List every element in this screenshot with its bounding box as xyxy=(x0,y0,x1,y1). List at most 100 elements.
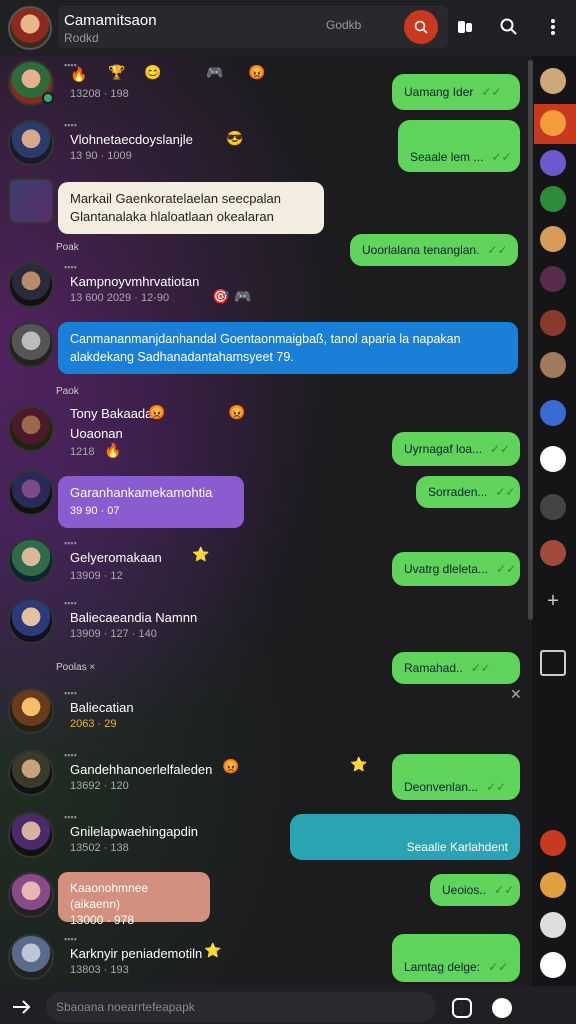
rail-avatar[interactable] xyxy=(540,266,566,292)
incoming-message[interactable]: Garanhankamekamohtia 39 90 · 07 xyxy=(58,476,244,528)
chat-avatar[interactable] xyxy=(8,6,52,50)
incoming-message[interactable]: Kaaonohmnee (aikaenn) 13000 · 978 xyxy=(58,872,210,927)
message-line: Glantanalaka hlaloatlaan okealaran xyxy=(70,209,274,224)
emoji: 🎮 xyxy=(206,64,224,80)
avatar[interactable] xyxy=(8,934,54,980)
more-vert-icon[interactable] xyxy=(540,14,566,40)
share-icon[interactable] xyxy=(540,110,566,136)
read-ticks-icon: ✓✓ xyxy=(496,562,517,576)
avatar[interactable] xyxy=(8,120,54,166)
emoji: ⭐ xyxy=(192,546,210,562)
message-text: Tony Bakaadan xyxy=(70,406,160,421)
rail-avatar[interactable] xyxy=(540,186,566,212)
message-text: Uvatrg dleleta... xyxy=(404,562,489,576)
emoji: 🏆 xyxy=(108,64,126,80)
rail-avatar[interactable] xyxy=(540,226,566,252)
outgoing-message[interactable]: Seaale lem ... ✓✓ xyxy=(398,120,520,172)
avatar[interactable] xyxy=(8,812,54,858)
message-meta: 13909 · 12 xyxy=(70,570,123,582)
search-label: Godkb xyxy=(326,18,362,32)
avatar[interactable] xyxy=(8,262,54,308)
avatar[interactable] xyxy=(8,872,54,918)
sticker-icon[interactable] xyxy=(452,998,472,1018)
rail-avatar[interactable] xyxy=(540,310,566,336)
emoji-icon[interactable] xyxy=(540,952,566,978)
emoji: 😎 xyxy=(226,130,244,146)
read-ticks-icon: ✓✓ xyxy=(491,150,512,164)
outgoing-message[interactable]: Ueoios.. ✓✓ xyxy=(430,874,520,906)
read-ticks-icon: ✓✓ xyxy=(494,883,515,897)
incoming-message[interactable]: Markail Gaenkoratelaelan seecpalan Glant… xyxy=(58,182,324,234)
sender-name: ▪▪▪▪ xyxy=(64,598,77,608)
sender-name: ▪▪▪▪ xyxy=(64,812,77,822)
avatar[interactable] xyxy=(8,406,54,452)
message-text: Seaalie Karlahdent xyxy=(406,840,508,854)
message-text: Vlohnetaecdoyslanjle xyxy=(70,132,193,147)
message-text: Ramahad.. xyxy=(404,661,463,675)
share-icon[interactable] xyxy=(10,996,34,1018)
outgoing-message[interactable]: Uvatrg dleleta... ✓✓ xyxy=(392,552,520,586)
avatar[interactable] xyxy=(8,688,54,734)
incoming-message[interactable]: Canmananmanjdanhandal Goentaonmaigbaß, t… xyxy=(58,322,518,374)
panel-icon[interactable] xyxy=(452,14,478,40)
chat-list[interactable]: ▪▪▪▪ 🔥 🏆 😊 🎮 😡 13208 · 198 Uamang Ider ✓✓… xyxy=(0,56,532,986)
rail-avatar[interactable] xyxy=(540,150,566,176)
day-label: Poolas × xyxy=(56,662,96,673)
message-meta: 13 600 2029 · 12-90 xyxy=(70,292,170,304)
emoji: 🔥 xyxy=(70,66,88,82)
scrollbar[interactable] xyxy=(528,60,533,620)
message-line: Canmananmanjdanhandal Goentaonmaigbaß, t… xyxy=(70,332,461,346)
message-text: Kampnoyvmhrvatiotan xyxy=(70,274,200,289)
rail-avatar[interactable] xyxy=(540,830,566,856)
avatar[interactable] xyxy=(8,750,54,796)
emoji: 😡 xyxy=(228,404,246,420)
message-meta: 13692 · 120 xyxy=(70,780,129,792)
message-input[interactable] xyxy=(46,992,436,1022)
avatar[interactable] xyxy=(8,322,54,368)
rail-avatar[interactable] xyxy=(540,68,566,94)
outgoing-message[interactable]: Sorraden... ✓✓ xyxy=(416,476,520,508)
avatar[interactable] xyxy=(8,178,54,224)
gallery-icon[interactable] xyxy=(540,494,566,520)
top-bar: Camamitsaon Rodkd Godkb xyxy=(0,0,576,56)
message-text: Lamtag delge: xyxy=(404,960,481,974)
sender-name: ▪▪▪▪ xyxy=(64,934,77,944)
sender-name: ▪▪▪▪ xyxy=(64,120,77,130)
online-badge xyxy=(42,92,54,104)
rail-avatar[interactable] xyxy=(540,540,566,566)
message-text: Seaale lem ... xyxy=(410,150,484,164)
emoji: 😡 xyxy=(148,404,166,420)
outgoing-message-teal[interactable]: Seaalie Karlahdent xyxy=(290,814,520,860)
outgoing-message[interactable]: Uyrnagaf loa... ✓✓ xyxy=(392,432,520,466)
gallery-icon[interactable] xyxy=(540,650,566,676)
search-icon[interactable] xyxy=(496,14,522,40)
message-text: Uoaonan xyxy=(70,426,123,441)
outgoing-message[interactable]: Lamtag delge: ✓✓ xyxy=(392,934,520,982)
sender-name: ▪▪▪▪ xyxy=(64,262,77,272)
message-text: Ueoios.. xyxy=(442,883,487,897)
read-ticks-icon: ✓✓ xyxy=(495,485,516,499)
rail-avatar[interactable] xyxy=(540,872,566,898)
rail-avatar[interactable] xyxy=(540,912,566,938)
avatar[interactable] xyxy=(8,470,54,516)
message-meta: 13909 · 127 · 140 xyxy=(70,628,157,640)
read-ticks-icon: ✓✓ xyxy=(470,661,491,675)
emoji-icon[interactable] xyxy=(492,998,512,1018)
outgoing-message[interactable]: Uamang Ider ✓✓ xyxy=(392,74,520,110)
avatar[interactable] xyxy=(8,598,54,644)
outgoing-message[interactable]: Deonvenlan... ✓✓ xyxy=(392,754,520,800)
message-text: Uamang Ider xyxy=(404,85,474,99)
record-button[interactable] xyxy=(404,10,438,44)
message-meta: 13803 · 193 xyxy=(70,964,129,976)
read-ticks-icon: ✓✓ xyxy=(486,780,507,794)
close-icon[interactable]: ✕ xyxy=(510,686,522,703)
rail-avatar[interactable] xyxy=(540,352,566,378)
message-line: Kaaonohmnee (aikaenn) xyxy=(70,881,149,911)
plus-icon[interactable]: + xyxy=(540,588,566,614)
sender-name: ▪▪▪▪ xyxy=(64,538,77,548)
avatar[interactable] xyxy=(8,538,54,584)
outgoing-message[interactable]: Ramahad.. ✓✓ xyxy=(392,652,520,684)
outgoing-message[interactable]: Uoorlalana tenanglan. ✓✓ xyxy=(350,234,518,266)
rail-avatar[interactable] xyxy=(540,400,566,426)
sticker-icon[interactable] xyxy=(540,446,566,472)
